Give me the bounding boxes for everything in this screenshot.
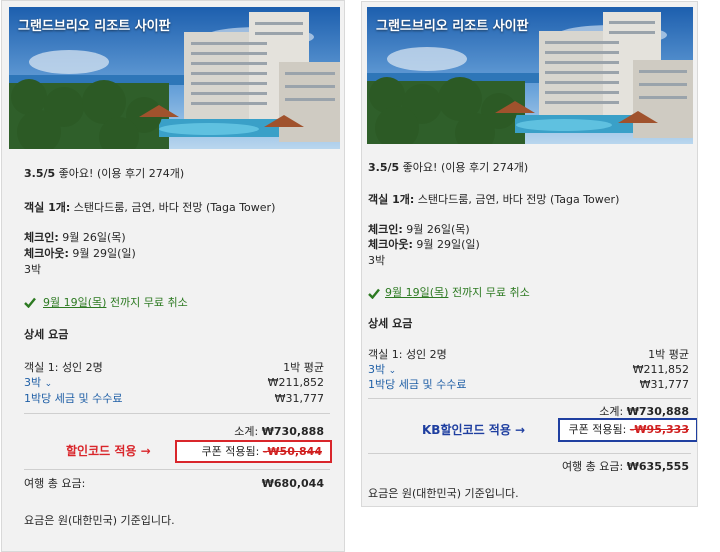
total-label: 여행 총 요금: xyxy=(24,477,86,490)
checkin-label: 체크인: xyxy=(24,231,59,244)
checkout-row: 체크아웃: 9월 29일(일) xyxy=(368,238,480,252)
coupon-applied: 쿠폰 적용됨: -₩95,333 xyxy=(569,423,689,437)
checkin-row: 체크인: 9월 26일(목) xyxy=(24,231,126,245)
subtotal: 소계: ₩730,888 xyxy=(234,425,324,439)
currency-note: 요금은 원(대한민국) 기준입니다. xyxy=(24,514,175,527)
hotel-name: 그랜드브리오 리조트 사이판 xyxy=(18,19,171,34)
checkout-row: 체크아웃: 9월 29일(일) xyxy=(24,247,136,261)
coupon-value: -₩95,333 xyxy=(629,423,689,436)
per-night-average: 1박 평균 xyxy=(283,361,324,374)
check-icon xyxy=(368,288,380,299)
discount-code-callout: KB할인코드 적용 → xyxy=(422,423,526,437)
taxes-fees-price: ₩31,777 xyxy=(639,378,689,391)
subtotal-label: 소계: xyxy=(599,405,624,418)
chevron-down-icon: ⌄ xyxy=(388,366,397,376)
free-cancellation: 9월 19일(목) 전까지 무료 취소 xyxy=(43,296,188,310)
coupon-value: -₩50,844 xyxy=(262,445,322,458)
nights-link-label: 3박 xyxy=(368,363,386,376)
checkin-row: 체크인: 9월 26일(목) xyxy=(368,223,470,237)
rating: 3.5/5 좋아요! (이용 후기 274개) xyxy=(368,161,528,175)
free-cancellation: 9월 19일(목) 전까지 무료 취소 xyxy=(385,286,530,300)
nights-price: ₩211,852 xyxy=(267,376,324,389)
checkin-date: 9월 26일(목) xyxy=(406,223,470,236)
checkin-label: 체크인: xyxy=(368,223,403,236)
trip-total: 여행 총 요금: ₩635,555 xyxy=(562,460,689,474)
checkin-date: 9월 26일(목) xyxy=(62,231,126,244)
cancel-text: 전까지 무료 취소 xyxy=(109,296,188,309)
room-guests: 객실 1: 성인 2명 xyxy=(24,361,103,374)
booking-summary-card-left: 그랜드브리오 리조트 사이판 3.5/5 좋아요! (이용 후기 274개) 객… xyxy=(1,0,345,552)
rating: 3.5/5 좋아요! (이용 후기 274개) xyxy=(24,167,184,181)
room-description: 스탠다드룸, 금연, 바다 전망 (Taga Tower) xyxy=(417,193,620,206)
taxes-fees-link[interactable]: 1박당 세금 및 수수료 xyxy=(24,392,122,406)
price-details-title: 상세 요금 xyxy=(24,328,69,341)
checkout-label: 체크아웃: xyxy=(24,247,69,260)
hotel-name: 그랜드브리오 리조트 사이판 xyxy=(376,19,529,34)
subtotal-value: ₩730,888 xyxy=(626,405,689,418)
taxes-fees-price: ₩31,777 xyxy=(274,392,324,405)
chevron-down-icon: ⌄ xyxy=(44,379,53,389)
rating-score: 3.5/5 xyxy=(24,167,56,180)
nights-count: 3박 xyxy=(368,254,386,267)
coupon-applied: 쿠폰 적용됨: -₩50,844 xyxy=(202,445,322,459)
total-value: ₩680,044 xyxy=(261,477,324,490)
room-label: 객실 1개: xyxy=(24,201,71,214)
price-details-title: 상세 요금 xyxy=(368,317,413,330)
room-description: 스탠다드룸, 금연, 바다 전망 (Taga Tower) xyxy=(73,201,276,214)
room-label: 객실 1개: xyxy=(368,193,415,206)
divider xyxy=(368,453,691,454)
taxes-fees-link[interactable]: 1박당 세금 및 수수료 xyxy=(368,378,466,392)
cancel-deadline-link[interactable]: 9월 19일(목) xyxy=(385,286,448,299)
review-count: (이용 후기 274개) xyxy=(440,161,529,174)
discount-code-callout: 할인코드 적용 → xyxy=(66,444,151,458)
subtotal-label: 소계: xyxy=(234,425,259,438)
nights-expand-link[interactable]: 3박 ⌄ xyxy=(368,363,396,378)
checkout-date: 9월 29일(일) xyxy=(416,238,480,251)
per-night-average: 1박 평균 xyxy=(648,348,689,361)
currency-note: 요금은 원(대한민국) 기준입니다. xyxy=(368,487,519,500)
coupon-label: 쿠폰 적용됨: xyxy=(201,445,260,458)
review-count: (이용 후기 274개) xyxy=(96,167,185,180)
subtotal-value: ₩730,888 xyxy=(261,425,324,438)
coupon-label: 쿠폰 적용됨: xyxy=(568,423,627,436)
cancel-text: 전까지 무료 취소 xyxy=(451,286,530,299)
nights-expand-link[interactable]: 3박 ⌄ xyxy=(24,376,52,391)
rating-score: 3.5/5 xyxy=(368,161,400,174)
rating-label: 좋아요! xyxy=(58,167,94,180)
divider xyxy=(368,398,691,399)
room-guests: 객실 1: 성인 2명 xyxy=(368,348,447,361)
nights-count: 3박 xyxy=(24,263,42,276)
nights-price: ₩211,852 xyxy=(632,363,689,376)
checkout-label: 체크아웃: xyxy=(368,238,413,251)
checkout-date: 9월 29일(일) xyxy=(72,247,136,260)
cancel-deadline-link[interactable]: 9월 19일(목) xyxy=(43,296,106,309)
room-info: 객실 1개: 스탠다드룸, 금연, 바다 전망 (Taga Tower) xyxy=(24,201,275,215)
divider xyxy=(24,469,330,470)
room-info: 객실 1개: 스탠다드룸, 금연, 바다 전망 (Taga Tower) xyxy=(368,193,619,207)
hotel-photo: 그랜드브리오 리조트 사이판 xyxy=(9,7,340,149)
hotel-photo: 그랜드브리오 리조트 사이판 xyxy=(367,7,693,144)
check-icon xyxy=(24,297,36,308)
rating-label: 좋아요! xyxy=(402,161,438,174)
booking-summary-card-right: 그랜드브리오 리조트 사이판 3.5/5 좋아요! (이용 후기 274개) 객… xyxy=(361,1,698,507)
total-value: ₩635,555 xyxy=(626,460,689,473)
nights-link-label: 3박 xyxy=(24,376,42,389)
total-label: 여행 총 요금: xyxy=(561,460,624,473)
divider xyxy=(24,413,330,414)
subtotal: 소계: ₩730,888 xyxy=(599,405,689,419)
